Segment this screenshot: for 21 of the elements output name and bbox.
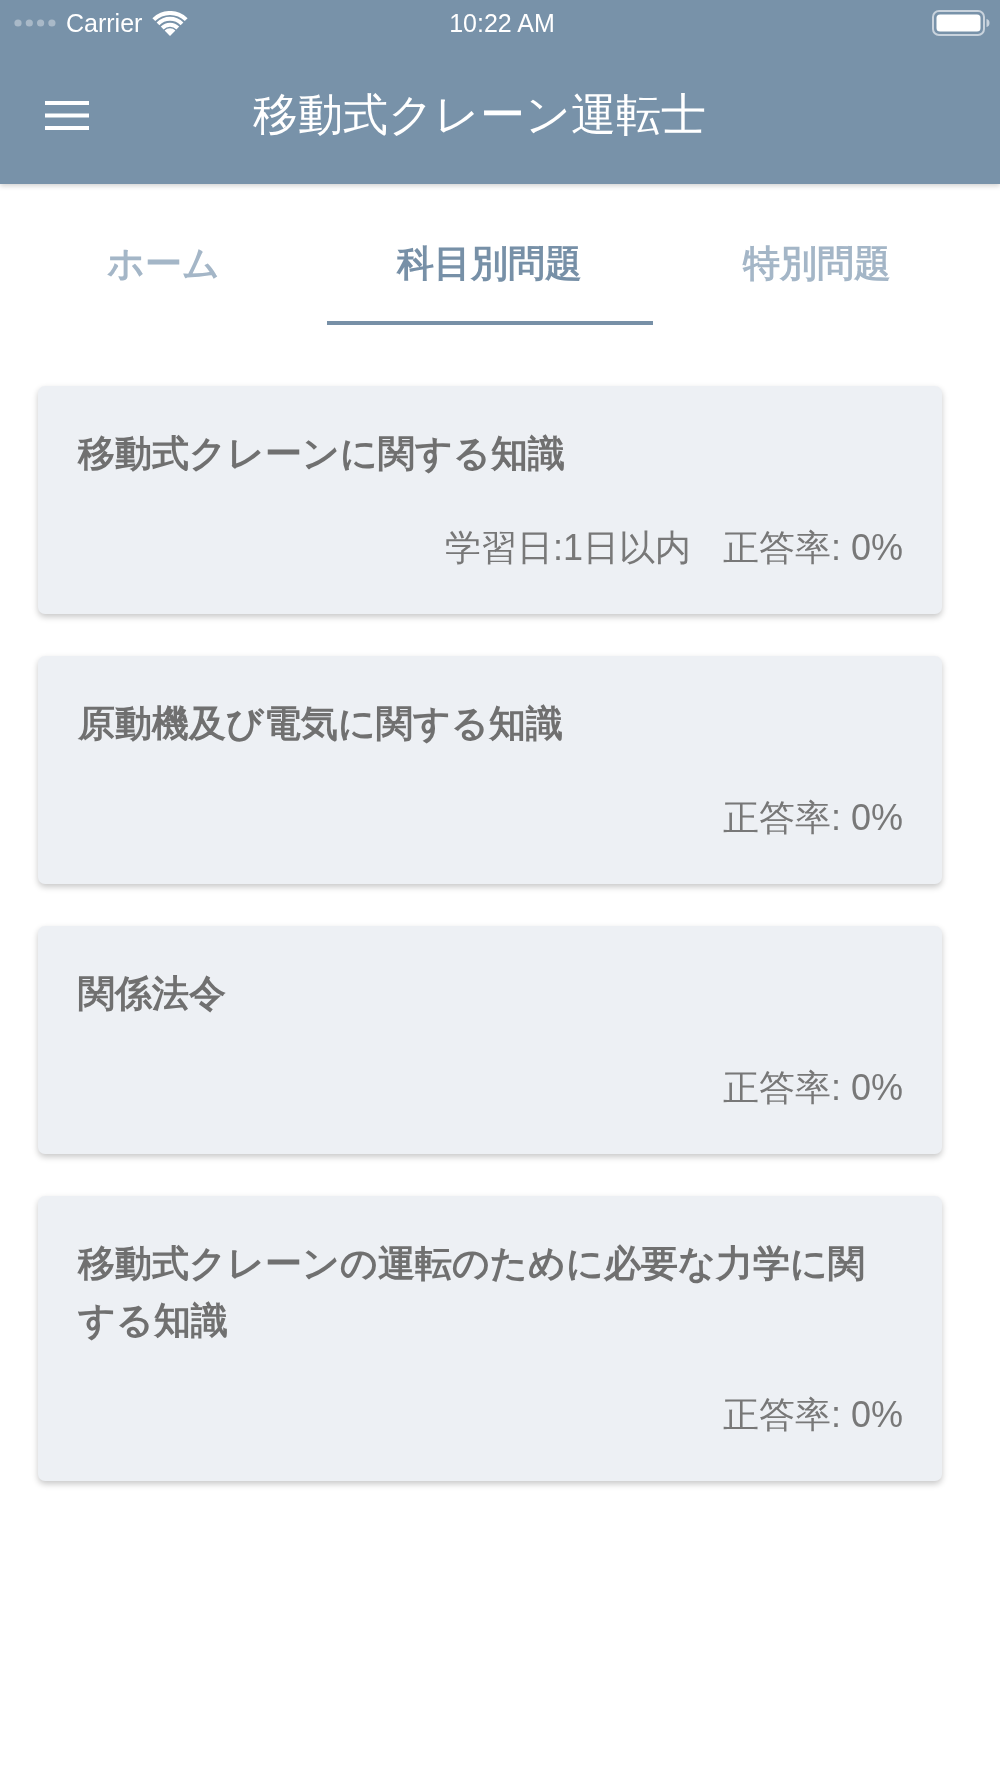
status-time: 10:22 AM bbox=[449, 8, 555, 38]
subject-card[interactable]: 関係法令 正答率: 0% bbox=[38, 926, 942, 1154]
accuracy-label: 正答率: 0% bbox=[722, 796, 903, 840]
signal-dots-icon bbox=[14, 19, 56, 27]
subject-card[interactable]: 移動式クレーンに関する知識 学習日:1日以内 正答率: 0% bbox=[38, 386, 942, 614]
tab[interactable]: 科目別問題 bbox=[326, 214, 654, 325]
subject-card[interactable]: 移動式クレーンの運転のために必要な力学に関する知識 正答率: 0% bbox=[38, 1196, 942, 1481]
accuracy-label: 正答率: 0% bbox=[722, 526, 903, 570]
menu-icon[interactable] bbox=[45, 100, 89, 130]
accuracy-label: 正答率: 0% bbox=[722, 1393, 903, 1437]
study-date-label: 学習日:1日以内 bbox=[444, 526, 691, 570]
subject-title: 原動機及び電気に関する知識 bbox=[78, 702, 564, 746]
battery-icon bbox=[932, 10, 990, 36]
accuracy-label: 正答率: 0% bbox=[722, 1066, 903, 1110]
subject-card[interactable]: 原動機及び電気に関する知識 正答率: 0% bbox=[38, 656, 942, 884]
subject-title: 移動式クレーンに関する知識 bbox=[78, 432, 566, 476]
app-title: 移動式クレーン運転士 bbox=[253, 88, 706, 142]
subject-title: 移動式クレーンの運転のために必要な力学に関する知識 bbox=[78, 1242, 866, 1343]
wifi-icon bbox=[152, 10, 189, 36]
subject-title: 関係法令 bbox=[78, 972, 227, 1016]
carrier-label: Carrier bbox=[66, 8, 143, 38]
